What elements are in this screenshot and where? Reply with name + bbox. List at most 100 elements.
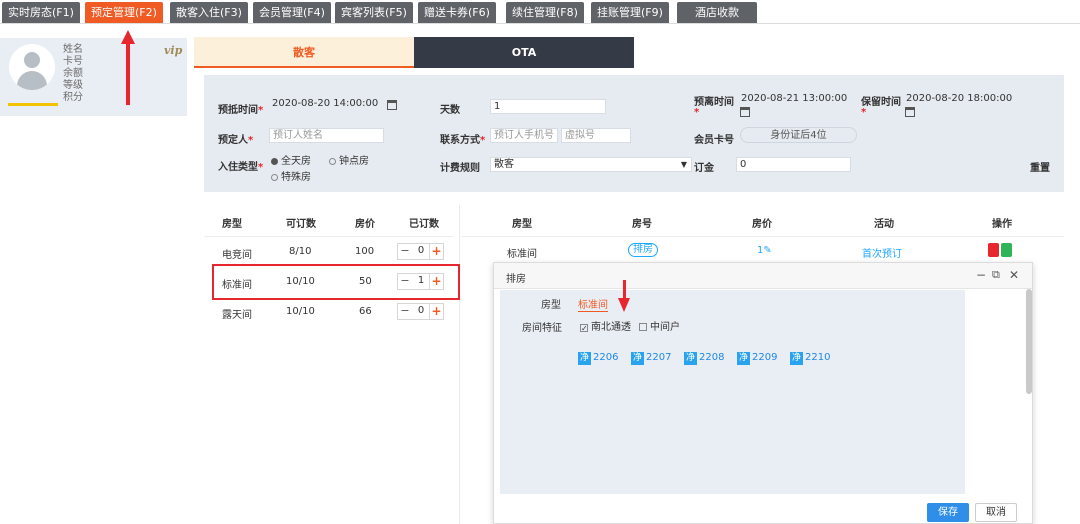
leave-time-input[interactable]: 2020-08-21 13:00:00 [738,92,853,107]
selected-rooms-header: 房型 房号 房价 活动 操作 [462,205,1064,237]
minus-icon[interactable]: − [398,244,412,259]
calendar-icon[interactable] [387,100,397,110]
radio-special[interactable]: 特殊房 [271,168,311,183]
col-available: 可订数 [286,219,316,230]
assign-room-dialog: 排房 − ⧉ ✕ [493,262,1033,524]
minimize-icon[interactable]: − [976,268,986,282]
member-name-label: 姓名 [63,44,83,55]
maximize-icon[interactable]: ⧉ [992,268,1000,282]
room-2207[interactable]: 净 2207 [631,352,671,365]
avatar [9,44,55,90]
room-2209[interactable]: 净 2209 [737,352,777,365]
table-row[interactable]: 电竞间 8/10 100 − 0 + [204,237,454,267]
room-type-cell: 电竞间 [222,250,252,261]
vip-badge: vip [164,44,183,57]
dialog-title-bar: 排房 − ⧉ ✕ [494,263,1032,289]
calendar-icon[interactable] [905,107,915,117]
tab-member-management[interactable]: 会员管理(F4) [253,2,331,23]
room-features-label: 房间特征 [522,323,562,334]
reset-button[interactable]: 重置 [1030,159,1050,174]
arrive-time-input[interactable]: 2020-08-20 14:00:00 [269,97,384,112]
assign-room-button[interactable]: 排房 [628,243,658,257]
keep-time-label: 保留时间 [861,97,901,108]
sub-tabs: 散客 OTA [194,37,1070,68]
days-input[interactable]: 1 [490,99,606,114]
member-card-input[interactable]: 身份证后4位 [740,127,857,143]
feature-north-south-checkbox[interactable]: ✓ 南北通透 [580,318,631,333]
member-card: 姓名 卡号 余额 等级 积分 vip [0,38,187,116]
keep-time-input[interactable]: 2020-08-20 18:00:00 [903,92,1018,107]
tab-reservation-management[interactable]: 预定管理(F2) [85,2,163,23]
virtual-number-input[interactable]: 虚拟号 [561,128,631,143]
plus-icon[interactable]: + [429,244,443,259]
edit-icon[interactable] [1001,243,1012,257]
member-points-label: 积分 [63,92,83,103]
deposit-label: 订金 [694,163,714,174]
dialog-room-type-label: 房型 [541,300,561,311]
col-room-number: 房号 [632,219,652,230]
col-actions: 操作 [992,219,1012,230]
feature-middle-unit-checkbox[interactable]: 中间户 [639,318,680,333]
member-card-label: 会员卡号 [694,135,734,146]
top-tab-bar: 实时房态(F1) 预定管理(F2) 散客入住(F3) 会员管理(F4) 宾客列表… [0,0,1080,24]
member-balance-label: 余额 [63,68,83,79]
quantity-stepper[interactable]: − 0 + [397,303,444,320]
red-arrow-up-icon [121,30,135,44]
available-cell: 8/10 [289,246,312,257]
col-price: 房价 [355,219,375,230]
deposit-input[interactable]: 0 [736,157,851,172]
dialog-title: 排房 [506,274,526,285]
col-booked: 已订数 [409,219,439,230]
tab-extend-stay[interactable]: 续住管理(F8) [506,2,584,23]
days-label: 天数 [440,105,460,116]
table-row[interactable]: 露天间 10/10 66 − 0 + [204,297,454,327]
radio-hourly[interactable]: 钟点房 [329,152,369,167]
price-cell: 100 [355,246,375,257]
tab-guest-list[interactable]: 宾客列表(F5) [335,2,413,23]
row-price[interactable]: 1✎ [757,245,772,256]
radio-full-day[interactable]: 全天房 [271,152,311,167]
booker-input[interactable]: 预订人姓名 [269,128,384,143]
room-2210[interactable]: 净 2210 [790,352,830,365]
billing-rule-label: 计费规则 [440,163,480,174]
room-2208[interactable]: 净 2208 [684,352,724,365]
tab-realtime-status[interactable]: 实时房态(F1) [2,2,80,23]
price-cell: 66 [359,306,372,317]
member-level-label: 等级 [63,80,83,91]
red-arrow-shaft [126,43,130,105]
plus-icon[interactable]: + [429,304,443,319]
tab-gift-coupons[interactable]: 赠送卡券(F6) [418,2,496,23]
tab-hotel-payment[interactable]: 酒店收款 [677,2,757,23]
col-room-type: 房型 [512,219,532,230]
contact-label: 联系方式* [440,135,486,146]
tab-credit-account[interactable]: 挂账管理(F9) [591,2,669,23]
dialog-scrollbar[interactable] [1026,289,1032,394]
chevron-down-icon: ▼ [680,160,687,169]
tab-walkin-checkin[interactable]: 散客入住(F3) [170,2,248,23]
quantity-value: 0 [417,245,425,256]
phone-input[interactable]: 预订人手机号 [490,128,558,143]
close-icon[interactable]: ✕ [1009,268,1019,282]
red-arrow-down-icon [618,298,630,312]
red-arrow-shaft [623,280,626,300]
minus-icon[interactable]: − [398,304,412,319]
row-activity[interactable]: 首次预订 [862,245,902,260]
member-card-label: 卡号 [63,56,83,67]
highlight-box [212,264,460,300]
col-activity: 活动 [874,219,894,230]
calendar-icon[interactable] [740,107,750,117]
delete-icon[interactable] [988,243,999,257]
tab-walkin-guest[interactable]: 散客 [194,37,414,68]
dialog-room-type-value[interactable]: 标准间 [578,296,608,312]
room-2206[interactable]: 净 2206 [578,352,618,365]
quantity-stepper[interactable]: − 0 + [397,243,444,260]
points-bar [8,103,58,106]
cancel-button[interactable]: 取消 [975,503,1017,522]
tab-ota[interactable]: OTA [414,37,634,68]
row-room-type: 标准间 [507,249,537,260]
booker-label: 预定人* [218,135,254,146]
room-type-cell: 露天间 [222,310,252,321]
edit-icon[interactable]: ✎ [763,245,771,256]
save-button[interactable]: 保存 [927,503,969,522]
billing-rule-select[interactable]: 散客 ▼ [490,157,692,172]
